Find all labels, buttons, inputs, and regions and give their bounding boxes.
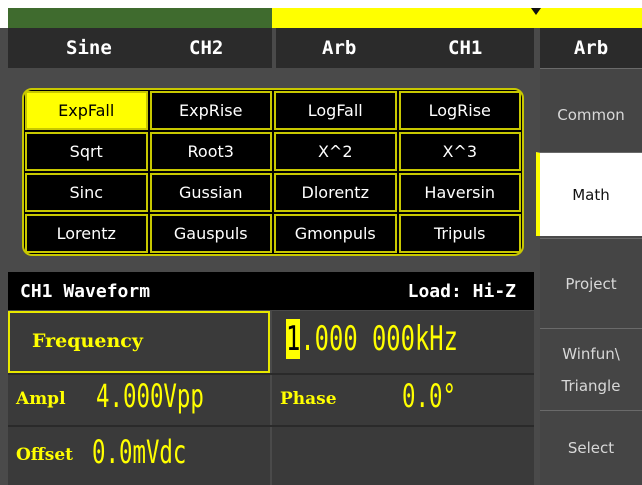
ch2-header[interactable]: Sine CH2	[8, 28, 272, 68]
softkey-math[interactable]: Math	[536, 152, 642, 236]
frequency-param-button[interactable]: Frequency	[8, 311, 270, 373]
grid-cell-exprise[interactable]: ExpRise	[149, 91, 272, 130]
grid-cell-dlorentz[interactable]: Dlorentz	[274, 173, 397, 212]
phase-param[interactable]: Phase 0.0°	[272, 375, 534, 425]
frequency-value-rest: .000 000kHz	[300, 319, 458, 359]
grid-cell-sqrt[interactable]: Sqrt	[25, 132, 148, 171]
ch2-channel-label: CH2	[189, 37, 224, 59]
grid-cell-gauspuls[interactable]: Gauspuls	[149, 214, 272, 253]
offset-label: Offset	[16, 445, 74, 465]
offset-param[interactable]: Offset 0.0mVdc	[8, 427, 270, 485]
phase-label: Phase	[280, 389, 337, 409]
empty-param-slot	[272, 427, 534, 485]
frequency-cursor-digit: 1	[286, 319, 301, 359]
grid-cell-gmonpuls[interactable]: Gmonpuls	[274, 214, 397, 253]
softkey-winfun-triangle[interactable]: Winfun\ Triangle	[540, 328, 642, 410]
softkey-winfun-line1: Winfun\	[562, 344, 620, 363]
grid-cell-logrise[interactable]: LogRise	[398, 91, 521, 130]
ch2-status-strip	[0, 0, 272, 28]
amplitude-param[interactable]: Ampl 4.000Vpp	[8, 375, 270, 425]
grid-cell-gussian[interactable]: Gussian	[149, 173, 272, 212]
grid-cell-tripuls[interactable]: Tripuls	[398, 214, 521, 253]
frequency-value: 1.000 000kHz	[286, 319, 458, 359]
offset-value: 0.0mVdc	[92, 433, 187, 471]
ch1-header[interactable]: Arb CH1	[276, 28, 534, 68]
grid-cell-root3[interactable]: Root3	[149, 132, 272, 171]
grid-cell-x-squared[interactable]: X^2	[274, 132, 397, 171]
menu-status-strip	[534, 0, 642, 28]
ch1-channel-label: CH1	[448, 37, 483, 59]
softkey-common[interactable]: Common	[540, 68, 642, 160]
ch2-waveform-label: Sine	[66, 37, 112, 59]
grid-cell-logfall[interactable]: LogFall	[274, 91, 397, 130]
trigger-marker-icon	[531, 8, 541, 15]
load-indicator: Load: Hi-Z	[407, 281, 516, 302]
softkey-project[interactable]: Project	[540, 238, 642, 328]
phase-value: 0.0°	[402, 377, 456, 415]
ch2-indicator	[8, 8, 272, 28]
softkey-menu: Arb Common Math Project Winfun\ Triangle…	[536, 28, 642, 485]
frequency-label: Frequency	[32, 330, 143, 352]
frequency-value-field[interactable]: 1.000 000kHz	[272, 311, 534, 373]
grid-cell-x-cubed[interactable]: X^3	[398, 132, 521, 171]
amplitude-value: 4.000Vpp	[96, 377, 204, 415]
grid-cell-expfall[interactable]: ExpFall	[25, 91, 148, 130]
amplitude-label: Ampl	[16, 389, 66, 409]
grid-cell-sinc[interactable]: Sinc	[25, 173, 148, 212]
grid-cell-lorentz[interactable]: Lorentz	[25, 214, 148, 253]
arb-waveform-grid: ExpFall ExpRise LogFall LogRise Sqrt Roo…	[22, 88, 524, 256]
ch1-status-strip	[272, 0, 534, 28]
softkey-winfun-line2: Triangle	[561, 376, 621, 395]
ch1-waveform-label: Arb	[322, 37, 357, 59]
grid-cell-haversin[interactable]: Haversin	[398, 173, 521, 212]
softkey-select[interactable]: Select	[540, 410, 642, 485]
function-generator-screen: Sine CH2 Arb CH1 Arb Common Math Project…	[0, 0, 642, 485]
waveform-status-bar: CH1 Waveform Load: Hi-Z	[8, 272, 534, 310]
menu-title: Arb	[540, 28, 642, 68]
waveform-title: CH1 Waveform	[20, 281, 151, 302]
